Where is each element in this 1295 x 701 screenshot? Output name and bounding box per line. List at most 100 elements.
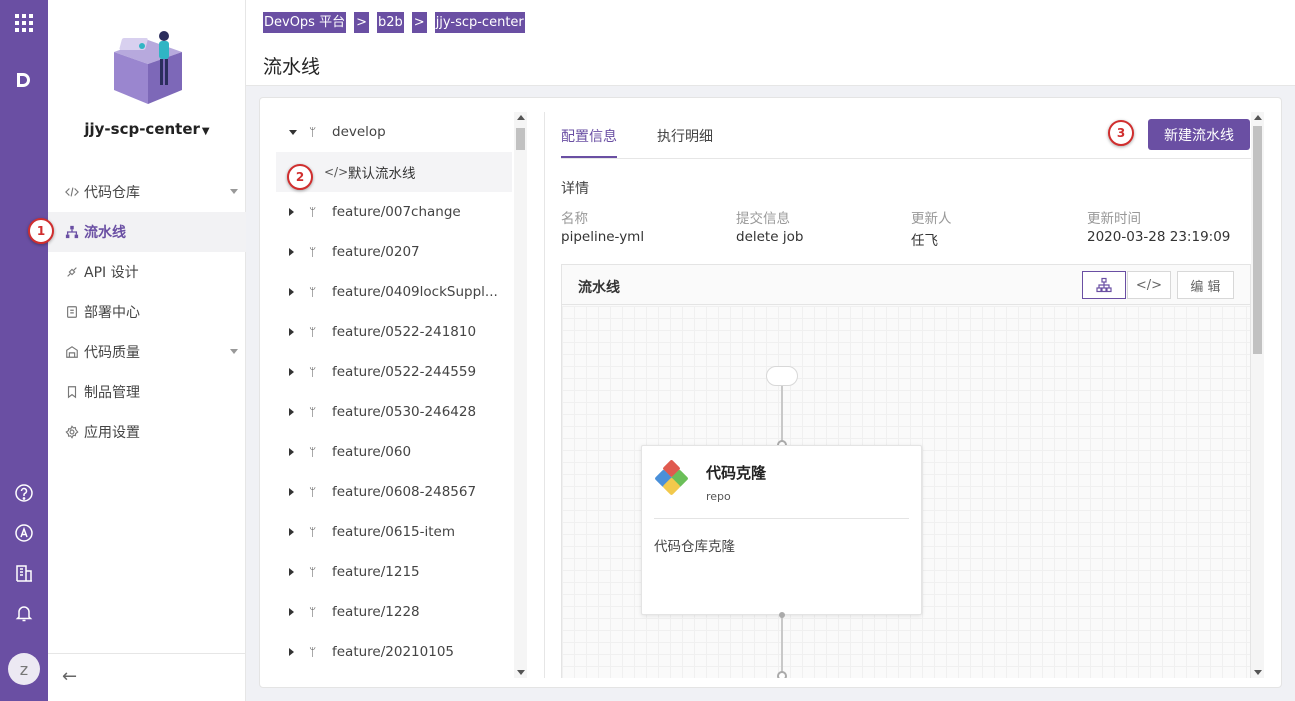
scroll-up-icon[interactable] <box>1254 115 1262 120</box>
tree-label: feature/0522-241810 <box>332 324 477 340</box>
new-pipeline-button[interactable]: 新建流水线 <box>1148 119 1250 150</box>
nav-item-artifact[interactable]: 制品管理 <box>48 372 246 412</box>
diagram-icon <box>1096 277 1112 293</box>
caret-right-icon[interactable] <box>289 328 294 336</box>
caret-down-icon: ▼ <box>201 126 210 137</box>
user-settings-icon[interactable] <box>12 521 36 545</box>
caret-right-icon[interactable] <box>289 648 294 656</box>
annotation-badge-2: 2 <box>287 164 313 190</box>
tree-row[interactable]: ᛘ feature/0409lockSuppl... <box>276 272 512 312</box>
detail-scrollbar[interactable] <box>1251 112 1264 678</box>
nav-item-pipeline[interactable]: 流水线 <box>48 212 246 252</box>
tree-label: feature/0207 <box>332 244 420 260</box>
caret-right-icon[interactable] <box>289 288 294 296</box>
tree-row[interactable]: ᛘ feature/060 <box>276 432 512 472</box>
caret-down-icon[interactable] <box>289 129 297 135</box>
caret-right-icon[interactable] <box>289 528 294 536</box>
page-header: DevOps 平台 > b2b > jjy-scp-center 流水线 <box>246 0 1295 86</box>
caret-right-icon[interactable] <box>289 208 294 216</box>
tree-label: 默认流水线 <box>348 166 416 182</box>
pipeline-detail-panel: 配置信息 执行明细 新建流水线 详情 名称 提交信息 更新人 更新时间 pipe… <box>561 112 1251 678</box>
annotation-badge-1: 1 <box>28 218 54 244</box>
tree-label: feature/060 <box>332 444 412 460</box>
start-node[interactable] <box>766 366 798 386</box>
nav-label: 代码质量 <box>84 345 140 361</box>
caret-right-icon[interactable] <box>289 408 294 416</box>
pipeline-canvas[interactable]: 代码克隆 repo 代码仓库克隆 <box>562 306 1250 678</box>
scroll-thumb[interactable] <box>1253 126 1262 354</box>
connector-dot <box>779 612 785 618</box>
tree-row[interactable]: ᛘ feature/0522-241810 <box>276 312 512 352</box>
nav-item-deploy-center[interactable]: 部署中心 <box>48 292 246 332</box>
tree-row[interactable]: ᛘ feature/0530-246428 <box>276 392 512 432</box>
tree-label: feature/0530-246428 <box>332 404 477 420</box>
tree-row[interactable]: ᛘ develop <box>276 112 512 152</box>
tree-row[interactable]: ᛘ feature/007change <box>276 192 512 232</box>
detail-value: 2020-03-28 23:19:09 <box>1087 229 1231 245</box>
code-view-button[interactable]: </> <box>1127 271 1171 299</box>
tree-row[interactable]: ᛘ feature/0615-item <box>276 512 512 552</box>
connector-line <box>781 616 783 676</box>
breadcrumb-item[interactable]: DevOps 平台 <box>263 12 347 33</box>
user-avatar[interactable]: z <box>8 653 40 685</box>
apps-grid-icon[interactable] <box>12 11 36 35</box>
nav-item-code-repo[interactable]: 代码仓库 <box>48 172 246 212</box>
detail-value: pipeline-yml <box>561 229 645 245</box>
deploy-icon <box>64 304 80 320</box>
scroll-down-icon[interactable] <box>517 670 525 675</box>
project-switcher[interactable]: jjy-scp-center ▼ <box>48 120 246 138</box>
scroll-up-icon[interactable] <box>517 115 525 120</box>
detail-label: 更新时间 <box>1087 211 1141 227</box>
branch-icon: ᛘ <box>309 125 317 139</box>
caret-right-icon[interactable] <box>289 488 294 496</box>
side-nav: jjy-scp-center ▼ 代码仓库 流水线 API 设计 部署中心 代码质… <box>48 0 246 701</box>
project-name: jjy-scp-center <box>84 120 200 138</box>
tab-config-info[interactable]: 配置信息 <box>561 126 617 158</box>
nav-item-app-settings[interactable]: 应用设置 <box>48 412 246 452</box>
organization-icon[interactable] <box>12 561 36 585</box>
tree-scrollbar[interactable] <box>514 112 527 678</box>
detail-label: 更新人 <box>911 211 952 227</box>
bookmark-icon <box>64 384 80 400</box>
tree-label: feature/007change <box>332 204 461 220</box>
tree-row[interactable]: ᛘ feature/0608-248567 <box>276 472 512 512</box>
tree-label: feature/1228 <box>332 604 420 620</box>
nav-item-code-quality[interactable]: 代码质量 <box>48 332 246 372</box>
scroll-thumb[interactable] <box>516 128 525 150</box>
graph-view-button[interactable] <box>1082 271 1126 299</box>
devops-logo-icon[interactable] <box>12 68 36 92</box>
caret-right-icon[interactable] <box>289 248 294 256</box>
breadcrumb-separator: > <box>354 12 369 33</box>
breadcrumb-item[interactable]: jjy-scp-center <box>434 12 525 33</box>
notification-bell-icon[interactable] <box>12 601 36 625</box>
collapse-sidebar-button[interactable]: ← <box>48 653 246 701</box>
project-illustration-icon <box>114 31 182 104</box>
edit-button[interactable]: 编 辑 <box>1177 271 1234 299</box>
scroll-down-icon[interactable] <box>1254 670 1262 675</box>
tree-row[interactable]: ᛘ feature/1228 <box>276 592 512 632</box>
breadcrumb-separator: > <box>411 12 427 33</box>
caret-right-icon[interactable] <box>289 568 294 576</box>
tree-row[interactable]: ᛘ feature/1215 <box>276 552 512 592</box>
help-icon[interactable] <box>12 481 36 505</box>
task-card-code-clone[interactable]: 代码克隆 repo 代码仓库克隆 <box>641 445 922 615</box>
caret-right-icon[interactable] <box>289 448 294 456</box>
branch-icon: ᛘ <box>309 405 317 419</box>
caret-right-icon[interactable] <box>289 368 294 376</box>
detail-value: 任飞 <box>911 233 938 249</box>
branch-icon: ᛘ <box>309 605 317 619</box>
caret-right-icon[interactable] <box>289 608 294 616</box>
page-title: 流水线 <box>263 56 321 78</box>
task-description: 代码仓库克隆 <box>654 539 735 555</box>
breadcrumb-item[interactable]: b2b <box>377 12 404 33</box>
annotation-badge-3: 3 <box>1108 120 1134 146</box>
code-icon: </> <box>1135 277 1163 293</box>
tab-execution-detail[interactable]: 执行明细 <box>657 126 713 146</box>
branch-icon: ᛘ <box>309 565 317 579</box>
api-icon <box>64 264 80 280</box>
tree-row[interactable]: ᛘ feature/0522-244559 <box>276 352 512 392</box>
panel-divider <box>544 112 545 678</box>
nav-item-api-design[interactable]: API 设计 <box>48 252 246 292</box>
tree-row[interactable]: ᛘ feature/0207 <box>276 232 512 272</box>
tree-row[interactable]: ᛘ feature/20210105 <box>276 632 512 672</box>
